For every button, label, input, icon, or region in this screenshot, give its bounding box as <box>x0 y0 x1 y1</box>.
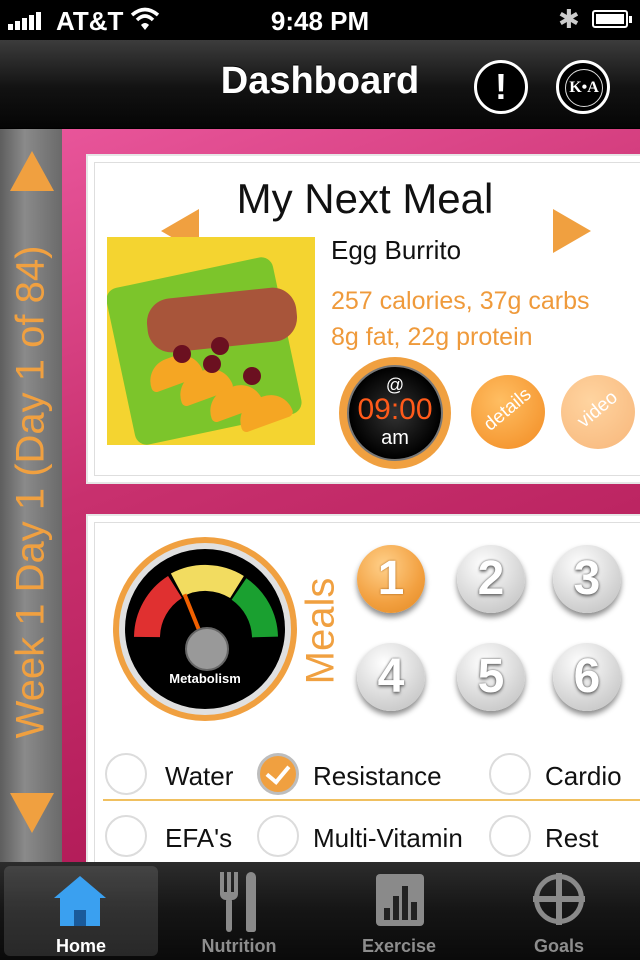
tab-nutrition[interactable]: Nutrition <box>162 866 316 956</box>
status-bar: AT&T 9:48 PM ✱ <box>0 0 640 40</box>
multi-vitamin-label: Multi-Vitamin <box>313 823 463 853</box>
details-label: details <box>479 383 536 436</box>
details-button[interactable]: details <box>471 375 545 449</box>
tab-nutrition-label: Nutrition <box>201 936 277 956</box>
tab-exercise[interactable]: Exercise <box>322 866 476 956</box>
meal-time-clock: @ 09:00 am <box>339 357 451 469</box>
video-label: video <box>573 386 622 433</box>
cardio-checkbox[interactable] <box>489 753 531 795</box>
efa-checkbox[interactable] <box>105 815 147 857</box>
battery-icon <box>592 10 632 28</box>
meal-photo <box>107 237 315 445</box>
next-meal-arrow-icon[interactable] <box>553 209 591 253</box>
previous-day-arrow-icon[interactable] <box>10 151 54 191</box>
resistance-checkbox[interactable] <box>257 753 299 795</box>
tab-goals[interactable]: Goals <box>482 866 636 956</box>
tab-home[interactable]: Home <box>4 866 158 956</box>
home-icon <box>54 876 106 926</box>
next-day-arrow-icon[interactable] <box>10 793 54 833</box>
meal-time-ampm: am <box>381 427 409 449</box>
day-sidebar: Week 1 Day 1 (Day 1 of 84) <box>0 129 62 862</box>
next-meal-card: My Next Meal Egg Burrito 257 calories, 3… <box>86 154 640 484</box>
logo-button[interactable]: K•A <box>556 60 610 114</box>
metabolism-gauge: Metabolism <box>113 537 297 721</box>
nutrition-line-1: 257 calories, 37g carbs <box>331 287 590 315</box>
water-label: Water <box>165 761 234 791</box>
main-content: Week 1 Day 1 (Day 1 of 84) My Next Meal … <box>0 129 640 874</box>
meal-button-3[interactable]: 3 <box>553 545 621 613</box>
navigation-bar: Dashboard ! K•A <box>0 40 640 129</box>
day-label: Week 1 Day 1 (Day 1 of 84) <box>8 245 53 739</box>
meals-label: Meals <box>298 577 343 685</box>
rest-checkbox[interactable] <box>489 815 531 857</box>
meal-name: Egg Burrito <box>331 235 462 265</box>
bluetooth-icon: ✱ <box>558 4 580 34</box>
video-button[interactable]: video <box>561 375 635 449</box>
daily-tracker-card: Metabolism Meals 1 2 3 4 5 6 Water Resis… <box>86 514 640 874</box>
checklist-divider <box>103 799 640 801</box>
efa-label: EFA's <box>165 823 233 853</box>
tab-home-label: Home <box>55 936 106 956</box>
meal-time: 09:00 <box>357 393 433 426</box>
water-checkbox[interactable] <box>105 753 147 795</box>
meal-nutrition: 257 calories, 37g carbs 8g fat, 22g prot… <box>331 283 589 355</box>
crosshair-icon <box>533 873 585 925</box>
page-title: Dashboard <box>220 60 420 102</box>
logo-icon: K•A <box>565 69 603 107</box>
meal-button-4[interactable]: 4 <box>357 643 425 711</box>
fork-knife-icon <box>218 872 258 932</box>
clock-time: 9:48 PM <box>270 6 370 36</box>
tab-goals-label: Goals <box>533 936 585 956</box>
meal-button-6[interactable]: 6 <box>553 643 621 711</box>
rest-label: Rest <box>545 823 599 853</box>
metabolism-label: Metabolism <box>169 671 241 686</box>
bar-chart-icon <box>376 874 424 926</box>
multi-vitamin-checkbox[interactable] <box>257 815 299 857</box>
alert-button[interactable]: ! <box>474 60 528 114</box>
tab-exercise-label: Exercise <box>361 936 437 956</box>
meal-button-1[interactable]: 1 <box>357 545 425 613</box>
tab-bar: Home Nutrition Exercise Goals <box>0 862 640 960</box>
cardio-label: Cardio <box>545 761 622 791</box>
resistance-label: Resistance <box>313 761 442 791</box>
meal-button-5[interactable]: 5 <box>457 643 525 711</box>
nutrition-line-2: 8g fat, 22g protein <box>331 323 533 351</box>
meal-button-2[interactable]: 2 <box>457 545 525 613</box>
